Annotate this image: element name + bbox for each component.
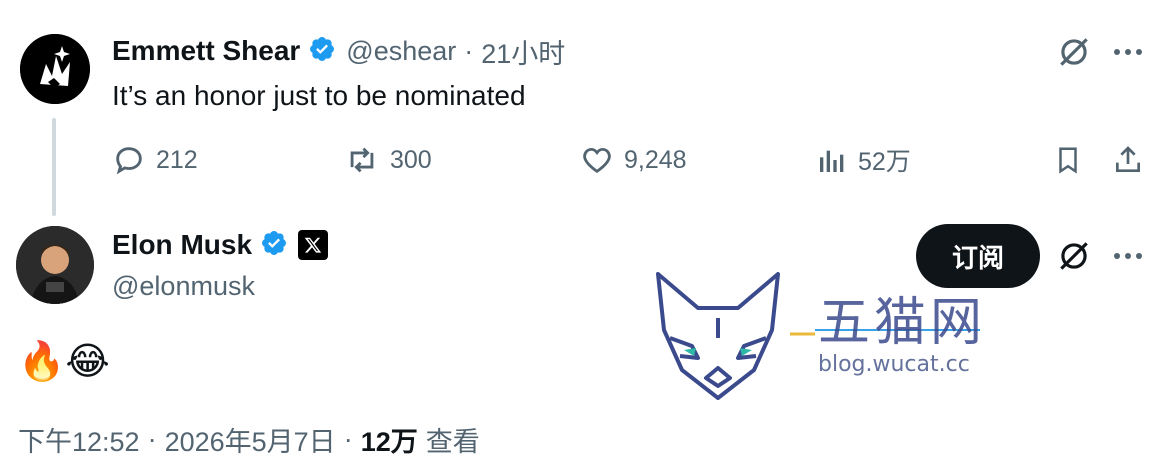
separator-dot: · [147,424,157,454]
bookmark-icon[interactable] [1050,140,1086,180]
author-handle[interactable]: @eshear [346,36,456,67]
avatar-emmett[interactable] [20,34,90,104]
tweet-time[interactable]: 21小时 [481,32,565,71]
more-icon[interactable] [1108,32,1148,72]
repost-icon [350,147,374,173]
avatar-graphic [20,34,90,104]
verified-badge-icon[interactable] [260,229,288,262]
separator-dot: · [343,424,353,454]
tweet-header-elon: Elon Musk [112,226,329,264]
repost-count: 300 [390,145,432,174]
repost-button[interactable]: 300 [344,140,432,180]
views-count: 12万 [360,427,418,457]
x-logo-icon[interactable] [298,230,329,260]
tweet-text: It’s an honor just to be nominated [112,80,526,111]
author-name[interactable]: Elon Musk [112,229,252,261]
author-handle[interactable]: @elonmusk [112,268,255,304]
like-count: 9,248 [624,145,687,174]
views-label: 查看 [425,427,480,457]
author-name[interactable]: Emmett Shear [112,35,300,67]
views-button[interactable]: 52万 [816,140,911,180]
reply-icon [116,147,142,175]
tweet-header-emmett: Emmett Shear @eshear · 21小时 [112,32,565,70]
views-count: 52万 [858,148,911,176]
verified-badge-icon[interactable] [308,35,336,68]
more-icon[interactable] [1108,236,1148,276]
grok-icon[interactable] [1054,32,1094,72]
separator-dot: · [464,35,474,66]
grok-icon[interactable] [1054,236,1094,276]
share-icon[interactable] [1110,140,1146,180]
tweet-meta-footer: 下午12:52 · 2026年5月7日 · 12万 查看 [18,420,480,459]
reply-count: 212 [156,145,198,174]
reply-button[interactable]: 212 [112,140,198,180]
like-button[interactable]: 9,248 [580,140,687,180]
watermark-url: blog.wucat.cc [818,352,970,377]
tweet-date[interactable]: 2026年5月7日 [165,420,336,459]
avatar-graphic [16,226,94,304]
watermark-title: 五猫网 [818,293,987,353]
tweet-emojis: 🔥😂 [18,338,110,383]
tweet-time[interactable]: 下午12:52 [18,420,140,459]
avatar-elon[interactable] [16,226,94,304]
like-icon [583,147,611,174]
views-icon [820,150,844,172]
thread-connector-line [52,118,56,216]
